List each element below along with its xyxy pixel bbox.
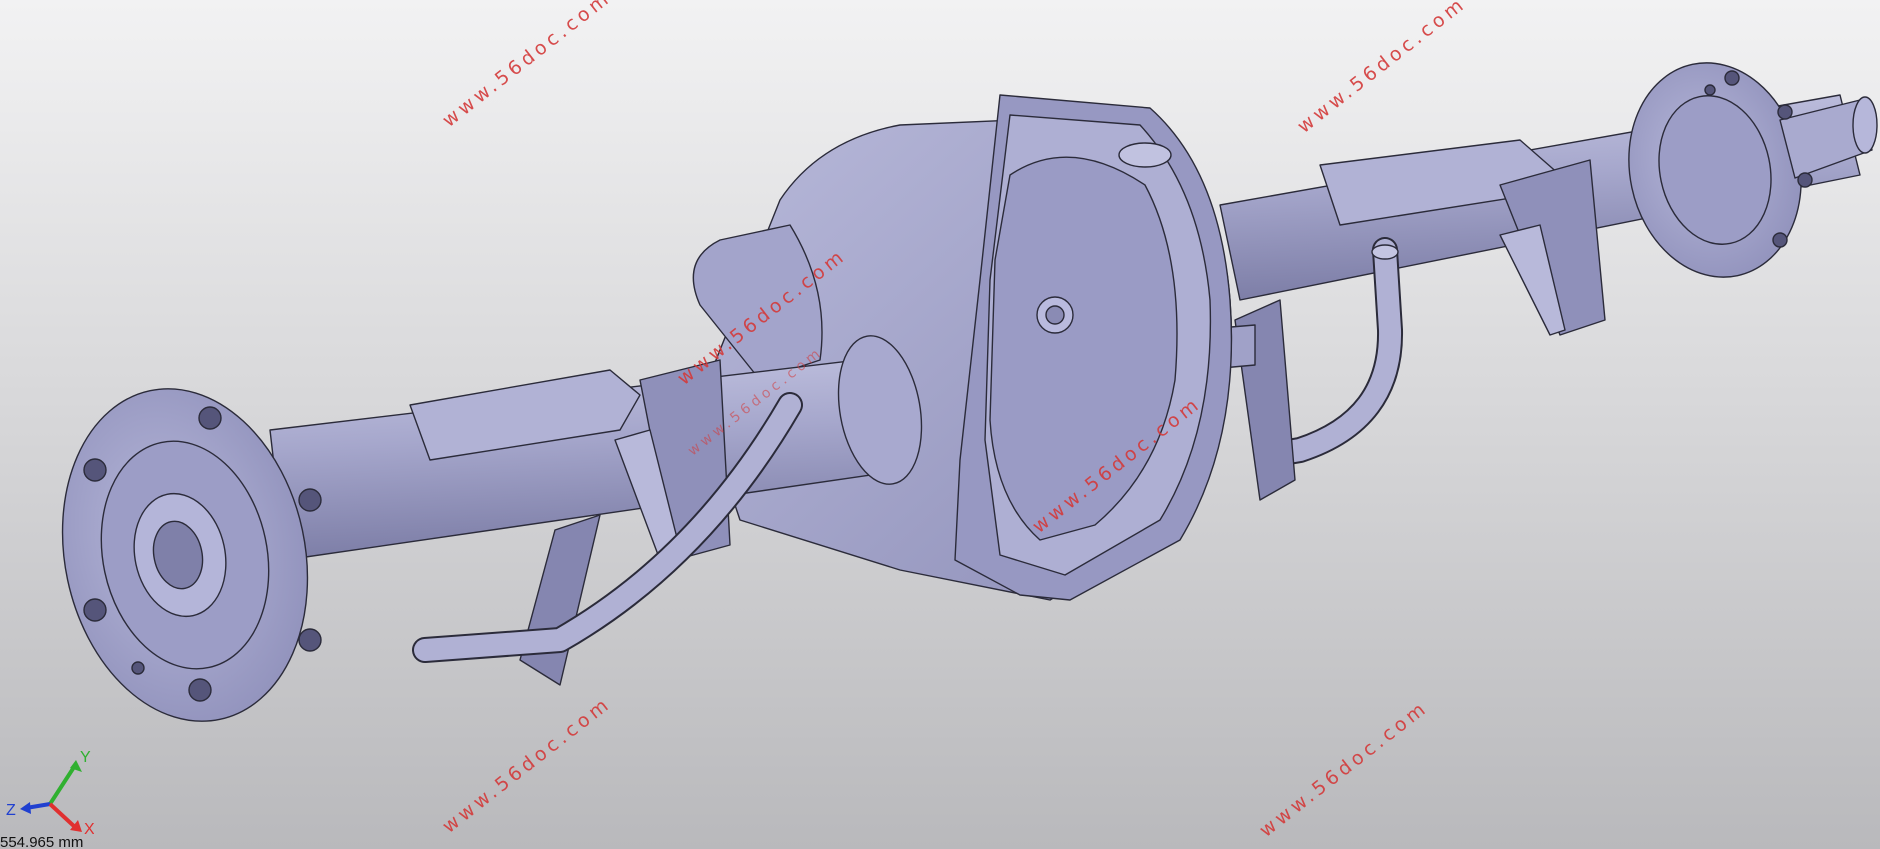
x-axis-label: X (84, 821, 94, 834)
right-hub-end (1852, 96, 1878, 154)
left-shock-bracket (519, 514, 601, 686)
breather-boss (1118, 142, 1172, 168)
axle-model[interactable] (0, 0, 1880, 849)
z-axis-label: Z (6, 802, 16, 819)
graphics-viewport[interactable]: www.56doc.com www.56doc.com www.56doc.co… (0, 0, 1880, 849)
axis-triad: Y Z X (6, 749, 94, 834)
y-axis-arrow (48, 762, 78, 806)
y-axis-label: Y (80, 749, 91, 766)
scale-readout: 554.965 mm (0, 834, 84, 849)
x-axis-arrow (48, 802, 78, 830)
